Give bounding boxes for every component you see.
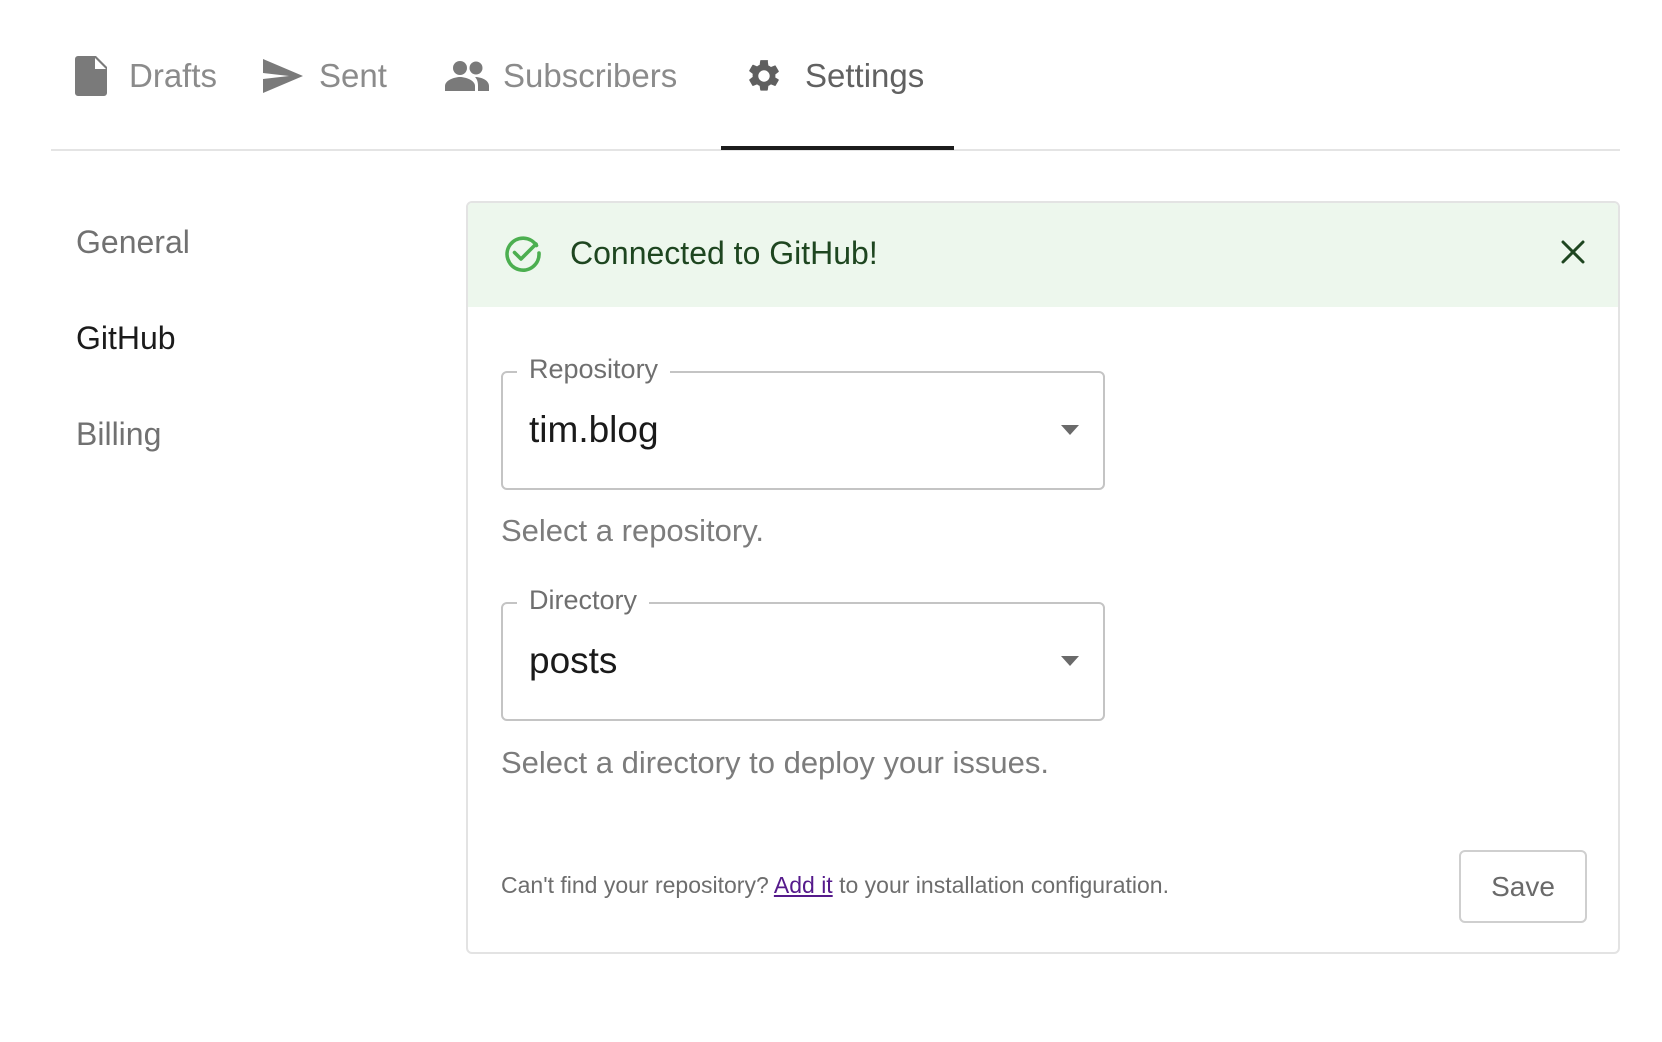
sidebar-item-general[interactable]: General	[76, 224, 190, 261]
github-settings-panel: Connected to GitHub! Repository tim.blog…	[466, 201, 1620, 954]
directory-value: posts	[529, 640, 618, 681]
people-icon	[445, 60, 489, 91]
repository-value: tim.blog	[529, 409, 659, 450]
send-icon	[263, 58, 303, 93]
save-button[interactable]: Save	[1459, 850, 1587, 923]
hint-prefix: Can't find your repository?	[501, 872, 774, 898]
tab-label: Drafts	[129, 56, 218, 94]
tab-label: Settings	[805, 56, 925, 94]
success-alert: Connected to GitHub!	[468, 203, 1618, 307]
tab-subscribers[interactable]: Subscribers	[445, 0, 677, 151]
document-icon	[75, 55, 107, 96]
chevron-down-icon	[1061, 425, 1079, 435]
gear-icon	[745, 57, 783, 95]
hint-suffix: to your installation configuration.	[832, 872, 1169, 898]
tab-label: Sent	[319, 56, 387, 94]
repository-label: Repository	[517, 354, 671, 385]
installation-hint: Can't find your repository? Add it to yo…	[501, 872, 1169, 899]
directory-select[interactable]: Directory posts	[501, 585, 1105, 721]
check-circle-icon	[505, 236, 541, 272]
sidebar-item-billing[interactable]: Billing	[76, 416, 161, 453]
add-it-link[interactable]: Add it	[774, 872, 833, 898]
sidebar-item-github[interactable]: GitHub	[76, 320, 176, 357]
directory-label: Directory	[517, 585, 650, 616]
tab-sent[interactable]: Sent	[263, 0, 387, 151]
repository-helper-text: Select a repository.	[501, 513, 765, 548]
app-root: Drafts Sent Subscribers Settings General…	[0, 0, 1662, 1042]
tab-drafts[interactable]: Drafts	[75, 0, 217, 151]
active-tab-indicator	[721, 146, 954, 150]
alert-message: Connected to GitHub!	[570, 235, 878, 271]
tab-label: Subscribers	[503, 56, 678, 94]
directory-helper-text: Select a directory to deploy your issues…	[501, 745, 1049, 780]
chevron-down-icon	[1061, 656, 1079, 666]
close-icon[interactable]	[1558, 237, 1588, 267]
top-tab-bar: Drafts Sent Subscribers Settings	[51, 0, 1620, 151]
tab-settings[interactable]: Settings	[745, 0, 924, 151]
repository-select[interactable]: Repository tim.blog	[501, 354, 1105, 490]
